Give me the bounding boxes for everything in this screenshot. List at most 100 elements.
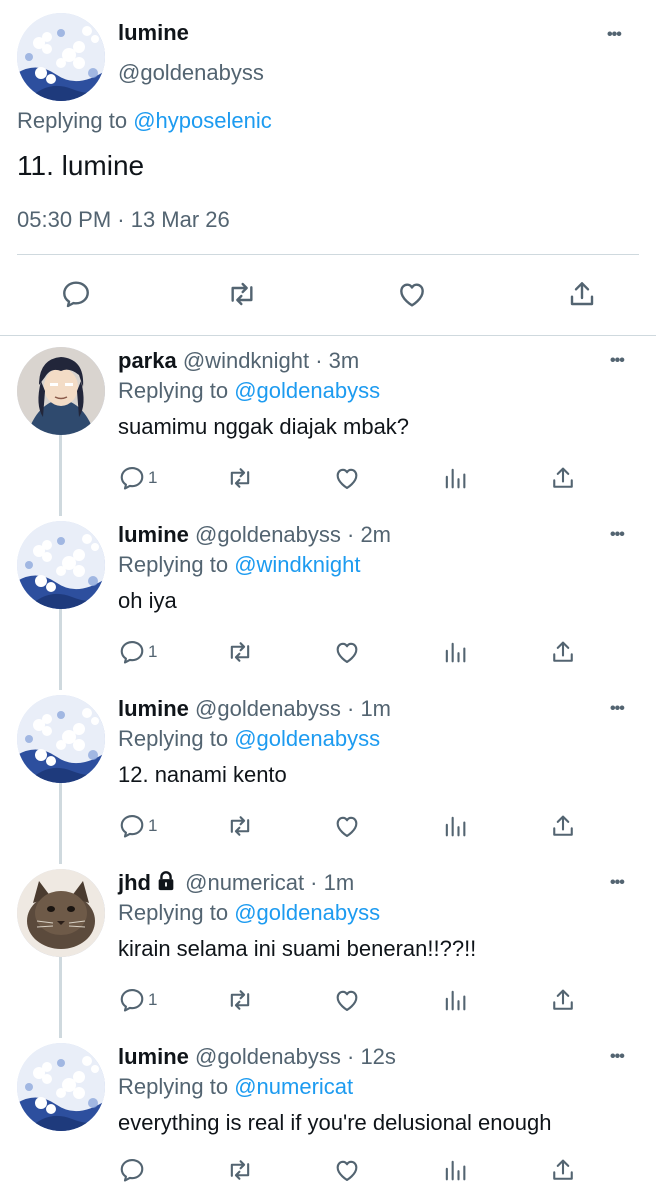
share-icon bbox=[549, 986, 577, 1014]
main-tweet: lumine @goldenabyss ••• Replying to @hyp… bbox=[0, 0, 656, 336]
retweet-button[interactable] bbox=[226, 812, 254, 840]
retweet-icon bbox=[226, 638, 254, 666]
handle-and-time[interactable]: @windknight · 3m bbox=[183, 348, 359, 373]
analytics-button[interactable] bbox=[441, 812, 469, 840]
stats-icon bbox=[441, 812, 469, 840]
reply-icon bbox=[118, 986, 146, 1014]
retweet-icon bbox=[226, 812, 254, 840]
like-button[interactable] bbox=[333, 638, 361, 666]
analytics-button[interactable] bbox=[441, 464, 469, 492]
reply-tweet: parka @windknight · 3m ••• Replying to @… bbox=[0, 338, 656, 510]
handle-and-time[interactable]: @goldenabyss · 1m bbox=[195, 696, 391, 721]
heart-icon bbox=[396, 278, 428, 310]
avatar[interactable] bbox=[17, 521, 105, 609]
more-options-icon[interactable]: ••• bbox=[610, 352, 625, 370]
reply-header: lumine @goldenabyss · 12s bbox=[118, 1044, 396, 1070]
retweet-button[interactable] bbox=[226, 1156, 254, 1184]
like-button[interactable] bbox=[333, 986, 361, 1014]
reply-count: 1 bbox=[148, 468, 158, 487]
more-options-icon[interactable]: ••• bbox=[607, 26, 622, 44]
retweet-button[interactable] bbox=[226, 638, 254, 666]
handle-and-time[interactable]: @numericat · 1m bbox=[185, 870, 354, 895]
retweet-icon bbox=[226, 278, 258, 310]
share-button[interactable] bbox=[549, 638, 577, 666]
reply-button[interactable]: 1 bbox=[118, 638, 157, 666]
avatar[interactable] bbox=[17, 695, 105, 783]
share-icon bbox=[549, 812, 577, 840]
avatar[interactable] bbox=[17, 1043, 105, 1131]
share-icon bbox=[549, 638, 577, 666]
replying-to-link[interactable]: @goldenabyss bbox=[234, 726, 380, 751]
share-button[interactable] bbox=[549, 812, 577, 840]
display-name[interactable]: lumine bbox=[118, 522, 189, 547]
analytics-button[interactable] bbox=[441, 1156, 469, 1184]
reply-icon bbox=[60, 278, 92, 310]
replying-prefix: Replying to bbox=[118, 726, 229, 751]
replying-to-line: Replying to @goldenabyss bbox=[118, 900, 380, 926]
heart-icon bbox=[333, 812, 361, 840]
stats-icon bbox=[441, 1156, 469, 1184]
reply-text: kirain selama ini suami beneran!!??!! bbox=[118, 936, 477, 961]
stats-icon bbox=[441, 986, 469, 1014]
reply-icon bbox=[118, 812, 146, 840]
more-options-icon[interactable]: ••• bbox=[610, 874, 625, 892]
retweet-button[interactable] bbox=[226, 464, 254, 492]
share-button[interactable] bbox=[566, 278, 598, 310]
reply-header: lumine @goldenabyss · 2m bbox=[118, 522, 391, 548]
replying-to-link[interactable]: @goldenabyss bbox=[234, 378, 380, 403]
blue-flowers-avatar-image bbox=[17, 1043, 105, 1131]
avatar[interactable] bbox=[17, 347, 105, 435]
reply-tweet: lumine @goldenabyss · 2m ••• Replying to… bbox=[0, 512, 656, 684]
retweet-button[interactable] bbox=[226, 986, 254, 1014]
like-button[interactable] bbox=[396, 278, 428, 310]
share-button[interactable] bbox=[549, 464, 577, 492]
user-handle[interactable]: @goldenabyss bbox=[118, 60, 264, 86]
avatar[interactable] bbox=[17, 869, 105, 957]
more-options-icon[interactable]: ••• bbox=[610, 1048, 625, 1066]
reply-text: suamimu nggak diajak mbak? bbox=[118, 414, 410, 439]
replying-to-link[interactable]: @numericat bbox=[234, 1074, 353, 1099]
handle-and-time[interactable]: @goldenabyss · 12s bbox=[195, 1044, 396, 1069]
retweet-button[interactable] bbox=[226, 278, 258, 310]
share-icon bbox=[549, 1156, 577, 1184]
reply-button[interactable]: 1 bbox=[118, 464, 157, 492]
display-name[interactable]: jhd bbox=[118, 870, 151, 895]
reply-button[interactable]: 1 bbox=[118, 986, 157, 1014]
display-name[interactable]: lumine bbox=[118, 1044, 189, 1069]
replying-to-link[interactable]: @goldenabyss bbox=[234, 900, 380, 925]
share-icon bbox=[566, 278, 598, 310]
replying-to-line: Replying to @hyposelenic bbox=[17, 108, 272, 134]
replying-prefix: Replying to bbox=[118, 552, 229, 577]
replying-to-link[interactable]: @windknight bbox=[234, 552, 360, 577]
display-name[interactable]: parka bbox=[118, 348, 177, 373]
like-button[interactable] bbox=[333, 464, 361, 492]
share-button[interactable] bbox=[549, 1156, 577, 1184]
reply-header: parka @windknight · 3m bbox=[118, 348, 359, 374]
tweet-text: 11. lumine bbox=[17, 150, 145, 181]
replying-to-link[interactable]: @hyposelenic bbox=[133, 108, 272, 133]
replying-to-line: Replying to @windknight bbox=[118, 552, 361, 578]
more-options-icon[interactable]: ••• bbox=[610, 526, 625, 544]
reply-button[interactable]: 1 bbox=[118, 812, 157, 840]
display-name[interactable]: lumine bbox=[118, 20, 189, 46]
like-button[interactable] bbox=[333, 1156, 361, 1184]
avatar[interactable] bbox=[17, 13, 105, 101]
handle-and-time[interactable]: @goldenabyss · 2m bbox=[195, 522, 391, 547]
share-button[interactable] bbox=[549, 986, 577, 1014]
more-options-icon[interactable]: ••• bbox=[610, 700, 625, 718]
reply-button[interactable] bbox=[60, 278, 92, 310]
analytics-button[interactable] bbox=[441, 986, 469, 1014]
reply-header: lumine @goldenabyss · 1m bbox=[118, 696, 391, 722]
like-button[interactable] bbox=[333, 812, 361, 840]
tweet-timestamp[interactable]: 05:30 PM · 13 Mar 26 bbox=[17, 207, 230, 233]
reply-icon bbox=[118, 638, 146, 666]
retweet-icon bbox=[226, 1156, 254, 1184]
analytics-button[interactable] bbox=[441, 638, 469, 666]
reply-count: 1 bbox=[148, 642, 158, 661]
reply-button[interactable] bbox=[118, 1156, 146, 1184]
display-name[interactable]: lumine bbox=[118, 696, 189, 721]
blue-flowers-avatar-image bbox=[17, 13, 105, 101]
anime-character-avatar-image bbox=[17, 347, 105, 435]
reply-header: jhd @numericat · 1m bbox=[118, 870, 354, 896]
cat-avatar-image bbox=[17, 869, 105, 957]
